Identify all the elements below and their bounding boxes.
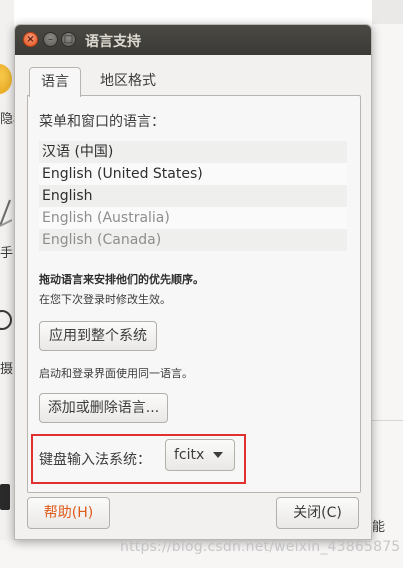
device-icon [0, 484, 10, 510]
background-divider [372, 420, 403, 421]
relogin-hint: 在您下次登录时修改生效。 [39, 293, 171, 306]
background-item-right: 能 [372, 520, 386, 535]
background-item-hand[interactable]: 手 [0, 246, 13, 262]
list-item[interactable]: English (Australia) [39, 207, 347, 229]
chevron-down-icon [213, 452, 223, 458]
help-button[interactable]: 帮助(H) [27, 497, 110, 529]
tab-language[interactable]: 语言 [29, 67, 81, 97]
keyboard-input-select[interactable]: fcitx [165, 439, 235, 471]
drag-hint: 拖动语言来安排他们的优先顺序。 [39, 273, 204, 286]
list-item[interactable]: English (Canada) [39, 229, 347, 251]
background-window-header [372, 0, 403, 24]
language-support-dialog: × – □ 语言支持 语言 地区格式 菜单和窗口的语言： 汉语 (中国) Eng… [14, 24, 372, 540]
pen-icon [0, 199, 12, 227]
apply-system-wide-button[interactable]: 应用到整个系统 [39, 321, 157, 351]
window-title: 语言支持 [85, 34, 141, 50]
language-list: 汉语 (中国) English (United States) English … [39, 141, 347, 251]
background-item-camera[interactable]: 摄 [0, 362, 13, 378]
watermark: https://blog.csdn.net/weixin_43865875 [120, 539, 401, 555]
camera-icon [0, 310, 12, 330]
tab-region-format[interactable]: 地区格式 [85, 67, 171, 95]
keyboard-input-label: 键盘输入法系统： [39, 452, 151, 468]
add-remove-languages-button[interactable]: 添加或删除语言... [39, 393, 168, 423]
close-icon[interactable]: × [23, 32, 38, 47]
menu-language-label: 菜单和窗口的语言： [39, 114, 165, 130]
background-window-right [372, 0, 403, 568]
list-item[interactable]: 汉语 (中国) [39, 141, 347, 163]
minimize-icon[interactable]: – [43, 32, 58, 47]
titlebar: × – □ 语言支持 [15, 25, 371, 55]
maximize-icon[interactable]: □ [61, 32, 76, 47]
login-screen-hint: 启动和登录界面使用同一语言。 [39, 367, 193, 380]
keyboard-input-value: fcitx [174, 447, 205, 463]
list-item[interactable]: English (United States) [39, 163, 347, 185]
list-item[interactable]: English [39, 185, 347, 207]
close-button[interactable]: 关闭(C) [276, 497, 359, 529]
